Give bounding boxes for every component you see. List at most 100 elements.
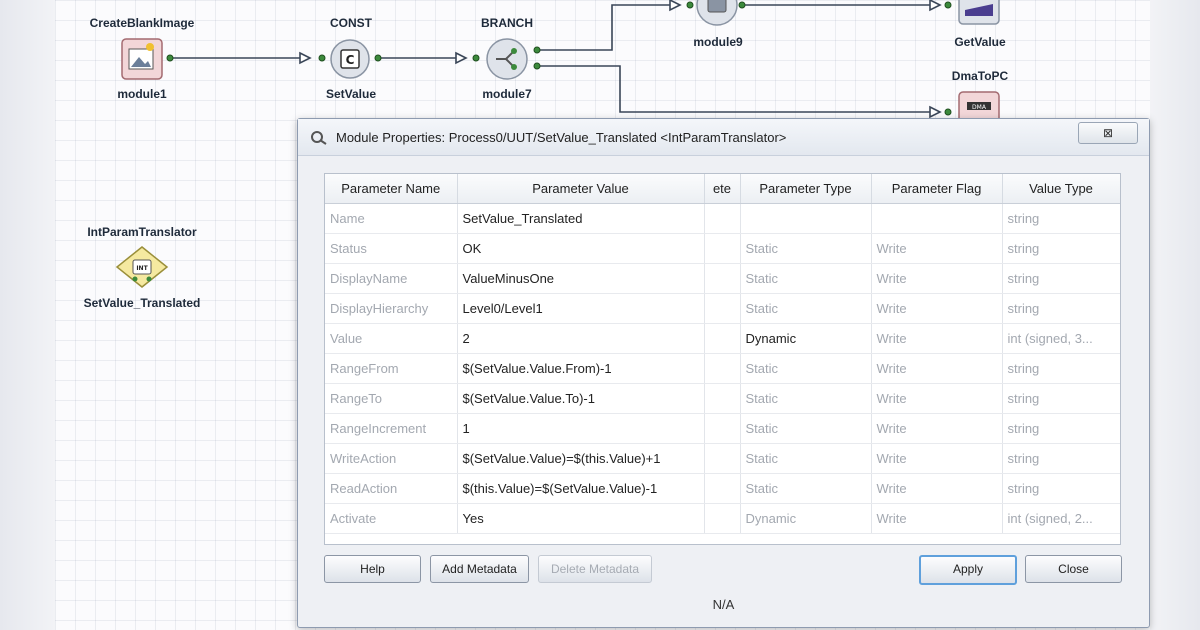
- table-row[interactable]: RangeTo $(SetValue.Value.To)-1 Static Write…: [325, 383, 1120, 414]
- wire-arrow: [299, 51, 312, 65]
- wire-branch-to-dmatopc: [540, 65, 935, 113]
- table-cell: Write: [871, 413, 1003, 444]
- table-cell[interactable]: $(SetValue.Value.To)-1: [457, 383, 705, 414]
- column-header-truncated[interactable]: ete: [704, 174, 741, 204]
- table-header-row: Parameter Name Parameter Value ete Param…: [325, 174, 1120, 204]
- table-cell: string: [1002, 353, 1120, 384]
- table-cell[interactable]: $(this.Value)=$(SetValue.Value)-1: [457, 473, 705, 504]
- port-dot: [686, 1, 694, 9]
- module9-label: module9: [693, 35, 743, 49]
- table-cell: Static: [740, 413, 872, 444]
- table-cell[interactable]: 1: [457, 413, 705, 444]
- port-dot: [318, 54, 326, 62]
- table-row[interactable]: RangeIncrement 1 Static Write string: [325, 413, 1120, 444]
- table-cell[interactable]: $(SetValue.Value)=$(this.Value)+1: [457, 443, 705, 474]
- table-row[interactable]: Value 2 Dynamic Write int (signed, 3...: [325, 323, 1120, 354]
- column-header-parameter-type[interactable]: Parameter Type: [740, 174, 872, 204]
- module-const-bottom-label: SetValue: [325, 87, 377, 101]
- table-cell: Write: [871, 263, 1003, 294]
- table-cell: Name: [325, 203, 458, 234]
- table-cell: Static: [740, 473, 872, 504]
- branch-icon[interactable]: [484, 36, 530, 82]
- table-cell: string: [1002, 473, 1120, 504]
- close-icon[interactable]: ⊠: [1078, 122, 1138, 144]
- table-cell[interactable]: 2: [457, 323, 705, 354]
- table-cell: string: [1002, 293, 1120, 324]
- port-dot: [533, 46, 541, 54]
- table-cell: Write: [871, 323, 1003, 354]
- status-text: N/A: [712, 597, 735, 612]
- table-cell: string: [1002, 443, 1120, 474]
- dialog-title: Module Properties: Process0/UUT/SetValue…: [336, 130, 787, 145]
- table-cell: string: [1002, 413, 1120, 444]
- table-row[interactable]: Status OK Static Write string: [325, 233, 1120, 264]
- parameter-grid[interactable]: Parameter Name Parameter Value ete Param…: [324, 173, 1121, 545]
- table-cell: string: [1002, 233, 1120, 264]
- module9-icon[interactable]: [694, 0, 740, 28]
- table-row[interactable]: DisplayHierarchy Level0/Level1 Static Write…: [325, 293, 1120, 324]
- table-row[interactable]: Name SetValue_Translated string: [325, 203, 1120, 234]
- table-cell[interactable]: ValueMinusOne: [457, 263, 705, 294]
- port-dot: [472, 54, 480, 62]
- table-cell: string: [1002, 203, 1120, 234]
- apply-button[interactable]: Apply: [919, 555, 1017, 585]
- table-cell[interactable]: Yes: [457, 503, 705, 534]
- module-branch-bottom-label: module7: [482, 87, 532, 101]
- table-cell: Write: [871, 473, 1003, 504]
- table-cell: Dynamic: [740, 323, 872, 354]
- port-dot: [944, 108, 952, 116]
- table-cell: RangeIncrement: [325, 413, 458, 444]
- table-cell: Value: [325, 323, 458, 354]
- add-metadata-button[interactable]: Add Metadata: [430, 555, 529, 583]
- table-cell[interactable]: OK: [457, 233, 705, 264]
- table-row[interactable]: WriteAction $(SetValue.Value)=$(this.Valu…: [325, 443, 1120, 474]
- int-param-translator-icon[interactable]: INT: [115, 245, 169, 289]
- table-cell: [704, 203, 741, 234]
- port-dot: [166, 54, 174, 62]
- dmatopc-icon[interactable]: DMA: [957, 90, 1001, 120]
- module-getvalue-label: GetValue: [954, 35, 1006, 49]
- module-translator-bottom-label: SetValue_Translated: [83, 296, 201, 310]
- column-header-parameter-value[interactable]: Parameter Value: [457, 174, 705, 204]
- table-cell[interactable]: $(SetValue.Value.From)-1: [457, 353, 705, 384]
- delete-metadata-button[interactable]: Delete Metadata: [538, 555, 652, 583]
- table-cell: int (signed, 3...: [1002, 323, 1120, 354]
- table-cell: Static: [740, 443, 872, 474]
- table-cell: Static: [740, 233, 872, 264]
- table-cell: [704, 413, 741, 444]
- table-cell: Static: [740, 263, 872, 294]
- table-cell: WriteAction: [325, 443, 458, 474]
- module-create-blank-image-bottom-label: module1: [117, 87, 167, 101]
- wire-arrow: [929, 105, 942, 119]
- table-cell[interactable]: SetValue_Translated: [457, 203, 705, 234]
- table-cell: Static: [740, 293, 872, 324]
- table-cell: [704, 233, 741, 264]
- port-dot: [374, 54, 382, 62]
- const-icon[interactable]: C: [329, 38, 371, 80]
- table-row[interactable]: Activate Yes Dynamic Write int (signed, 2...: [325, 503, 1120, 534]
- table-cell: [871, 203, 1003, 234]
- help-button[interactable]: Help: [324, 555, 421, 583]
- table-row[interactable]: RangeFrom $(SetValue.Value.From)-1 Static W…: [325, 353, 1120, 384]
- dialog-titlebar[interactable]: Module Properties: Process0/UUT/SetValue…: [298, 119, 1149, 156]
- table-cell: string: [1002, 383, 1120, 414]
- table-cell: Write: [871, 233, 1003, 264]
- table-row[interactable]: ReadAction $(this.Value)=$(SetValue.Value…: [325, 473, 1120, 504]
- table-cell: [740, 203, 872, 234]
- table-row[interactable]: DisplayName ValueMinusOne Static Write strin…: [325, 263, 1120, 294]
- table-cell: [704, 353, 741, 384]
- wire-branch-to-module9: [540, 4, 672, 51]
- create-blank-image-icon[interactable]: [120, 37, 164, 81]
- column-header-parameter-flag[interactable]: Parameter Flag: [871, 174, 1003, 204]
- table-cell[interactable]: Level0/Level1: [457, 293, 705, 324]
- table-cell: Dynamic: [740, 503, 872, 534]
- wire-arrow: [669, 0, 682, 12]
- column-header-parameter-name[interactable]: Parameter Name: [325, 174, 458, 204]
- module-translator-top-label: IntParamTranslator: [87, 225, 197, 239]
- svg-text:C: C: [346, 53, 355, 67]
- column-header-value-type[interactable]: Value Type: [1002, 174, 1120, 204]
- table-cell: Write: [871, 383, 1003, 414]
- port-dot: [944, 1, 952, 9]
- getvalue-icon[interactable]: [957, 0, 1001, 26]
- close-button[interactable]: Close: [1025, 555, 1122, 583]
